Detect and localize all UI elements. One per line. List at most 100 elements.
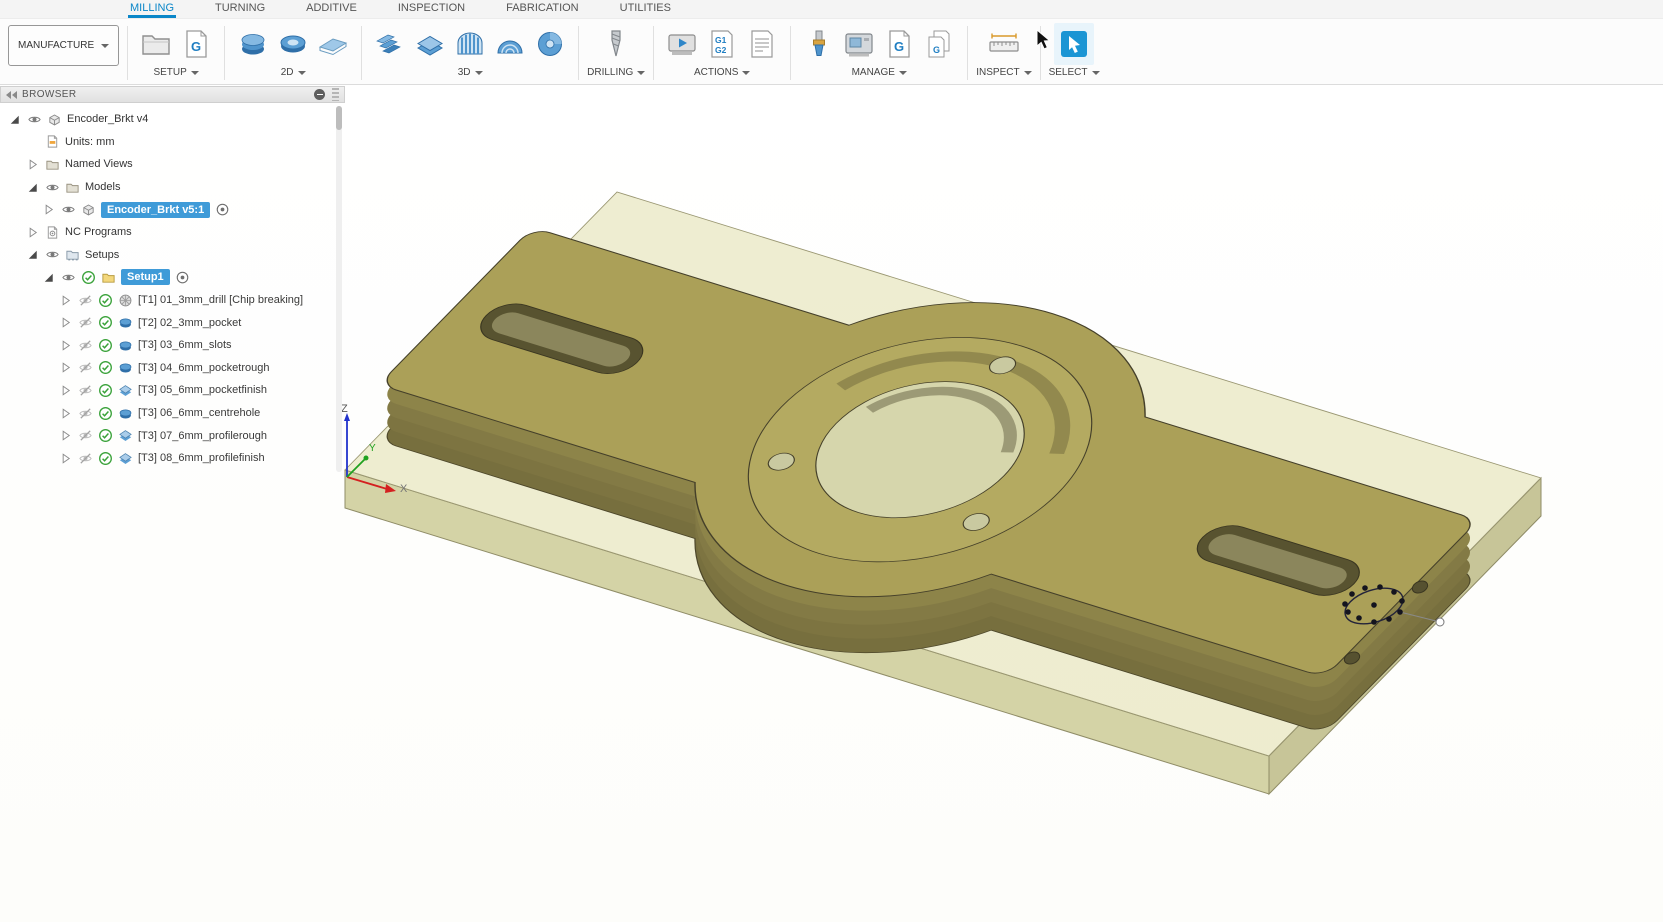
visibility-eye-off-icon[interactable]	[78, 406, 93, 421]
tree-row-setup1[interactable]: Setup1	[0, 266, 345, 289]
visibility-eye-icon[interactable]	[45, 247, 60, 262]
collapse-triangle-icon[interactable]	[58, 360, 73, 375]
collapse-triangle-icon[interactable]	[25, 225, 40, 240]
measure-button[interactable]	[984, 23, 1024, 65]
post-process-button[interactable]	[702, 23, 742, 65]
collapse-triangle-icon[interactable]	[58, 293, 73, 308]
tree-row-op-01-3mm-drill[interactable]: [T1] 01_3mm_drill [Chip breaking]	[0, 289, 345, 312]
ribbon-group-label-select[interactable]: SELECT	[1049, 67, 1100, 78]
parallel-button[interactable]	[490, 23, 530, 65]
activate-target-icon[interactable]	[215, 202, 230, 217]
tree-row-op-02-3mm-pocket[interactable]: [T2] 02_3mm_pocket	[0, 311, 345, 334]
visibility-eye-off-icon[interactable]	[78, 315, 93, 330]
tree-row-op-04-6mm-pocketrough[interactable]: [T3] 04_6mm_pocketrough	[0, 357, 345, 380]
tree-row-encoder-brkt-v5-1[interactable]: Encoder_Brkt v5:1	[0, 198, 345, 221]
expand-triangle-icon[interactable]	[41, 270, 56, 285]
setup-sheet-button[interactable]	[742, 23, 782, 65]
visibility-eye-icon[interactable]	[61, 270, 76, 285]
tree-row-setups[interactable]: Setups	[0, 244, 345, 267]
collapse-triangle-icon[interactable]	[25, 157, 40, 172]
nc-program-button[interactable]	[176, 23, 216, 65]
tab-fabrication[interactable]: FABRICATION	[504, 0, 581, 18]
ribbon-group-label-actions[interactable]: ACTIONS	[694, 67, 750, 78]
visibility-eye-off-icon[interactable]	[78, 293, 93, 308]
tab-milling[interactable]: MILLING	[128, 0, 176, 18]
ribbon-group-setup: SETUP	[131, 22, 221, 78]
select-button[interactable]	[1054, 23, 1094, 65]
tree-row-op-08-6mm-profilefinish[interactable]: [T3] 08_6mm_profilefinish	[0, 447, 345, 470]
tree-row-label: Named Views	[65, 158, 133, 170]
tree-row-op-03-6mm-slots[interactable]: [T3] 03_6mm_slots	[0, 334, 345, 357]
collapse-triangle-icon[interactable]	[58, 338, 73, 353]
machine-library-button[interactable]	[839, 23, 879, 65]
tab-turning[interactable]: TURNING	[213, 0, 267, 18]
check-circle-icon	[98, 383, 113, 398]
panel-grip-handle[interactable]	[332, 88, 339, 101]
scrollbar-thumb[interactable]	[336, 106, 342, 130]
collapse-panel-icon[interactable]	[6, 91, 17, 99]
ribbon-group-label-3d[interactable]: 3D	[458, 67, 483, 78]
collapse-triangle-icon[interactable]	[58, 451, 73, 466]
workspace-switcher-button[interactable]: MANUFACTURE	[8, 25, 119, 66]
ribbon-group-label-setup[interactable]: SETUP	[153, 67, 198, 78]
visibility-eye-icon[interactable]	[61, 202, 76, 217]
tree-row-label: Encoder_Brkt v4	[67, 113, 148, 125]
visibility-eye-off-icon[interactable]	[78, 451, 93, 466]
templates-button[interactable]	[919, 23, 959, 65]
check-circle-icon	[98, 338, 113, 353]
steep-and-shallow-button[interactable]	[450, 23, 490, 65]
ribbon-group-actions: ACTIONS	[657, 22, 787, 78]
tab-inspection[interactable]: INSPECTION	[396, 0, 467, 18]
visibility-eye-off-icon[interactable]	[78, 360, 93, 375]
tree-row-nc-programs[interactable]: NC Programs	[0, 221, 345, 244]
visibility-eye-off-icon[interactable]	[78, 428, 93, 443]
collapse-triangle-icon[interactable]	[41, 202, 56, 217]
expand-triangle-icon[interactable]	[25, 180, 40, 195]
component-icon	[47, 112, 62, 127]
expand-triangle-icon[interactable]	[25, 247, 40, 262]
2d-pocket-button[interactable]	[273, 23, 313, 65]
browser-scrollbar[interactable]	[336, 106, 342, 472]
tab-utilities[interactable]: UTILITIES	[618, 0, 673, 18]
ribbon-group-label-inspect[interactable]: INSPECT	[976, 67, 1031, 78]
collapse-triangle-icon[interactable]	[58, 315, 73, 330]
tool-library-button[interactable]	[799, 23, 839, 65]
post-library-button[interactable]	[879, 23, 919, 65]
tree-row-encoder-brkt-v4[interactable]: Encoder_Brkt v4	[0, 108, 345, 131]
tree-row-op-06-6mm-centrehole[interactable]: [T3] 06_6mm_centrehole	[0, 402, 345, 425]
tree-row-op-05-6mm-pocketfinish[interactable]: [T3] 05_6mm_pocketfinish	[0, 379, 345, 402]
visibility-eye-icon[interactable]	[27, 112, 42, 127]
drill-button[interactable]	[596, 23, 636, 65]
tree-row-label: Setups	[85, 249, 119, 261]
tab-additive[interactable]: ADDITIVE	[304, 0, 359, 18]
tree-row-models[interactable]: Models	[0, 176, 345, 199]
collapse-triangle-icon[interactable]	[58, 406, 73, 421]
face-button[interactable]	[313, 23, 353, 65]
tab-label: INSPECTION	[398, 2, 465, 14]
tree-row-units[interactable]: Units: mm	[0, 131, 345, 154]
visibility-eye-off-icon[interactable]	[78, 383, 93, 398]
ribbon-group-label-drilling[interactable]: DRILLING	[587, 67, 645, 78]
folder-icon	[45, 157, 60, 172]
new-setup-button[interactable]	[136, 23, 176, 65]
spiral-button[interactable]	[530, 23, 570, 65]
minimize-panel-icon[interactable]	[314, 89, 325, 100]
activate-target-icon[interactable]	[175, 270, 190, 285]
pocket-clearing-button[interactable]	[410, 23, 450, 65]
machine-library-icon	[843, 28, 875, 60]
expand-triangle-icon[interactable]	[7, 112, 22, 127]
simulate-button[interactable]	[662, 23, 702, 65]
tree-row-op-07-6mm-profilerough[interactable]: [T3] 07_6mm_profilerough	[0, 424, 345, 447]
adaptive-clearing-button[interactable]	[370, 23, 410, 65]
tab-label: TURNING	[215, 2, 265, 14]
2d-adaptive-button[interactable]	[233, 23, 273, 65]
group-label: ACTIONS	[694, 67, 738, 78]
collapse-triangle-icon[interactable]	[58, 428, 73, 443]
visibility-eye-off-icon[interactable]	[78, 338, 93, 353]
collapse-triangle-icon[interactable]	[58, 383, 73, 398]
ribbon-separator	[653, 26, 654, 80]
tree-row-named-views[interactable]: Named Views	[0, 153, 345, 176]
ribbon-group-label-2d[interactable]: 2D	[281, 67, 306, 78]
ribbon-group-label-manage[interactable]: MANAGE	[852, 67, 907, 78]
visibility-eye-icon[interactable]	[45, 180, 60, 195]
